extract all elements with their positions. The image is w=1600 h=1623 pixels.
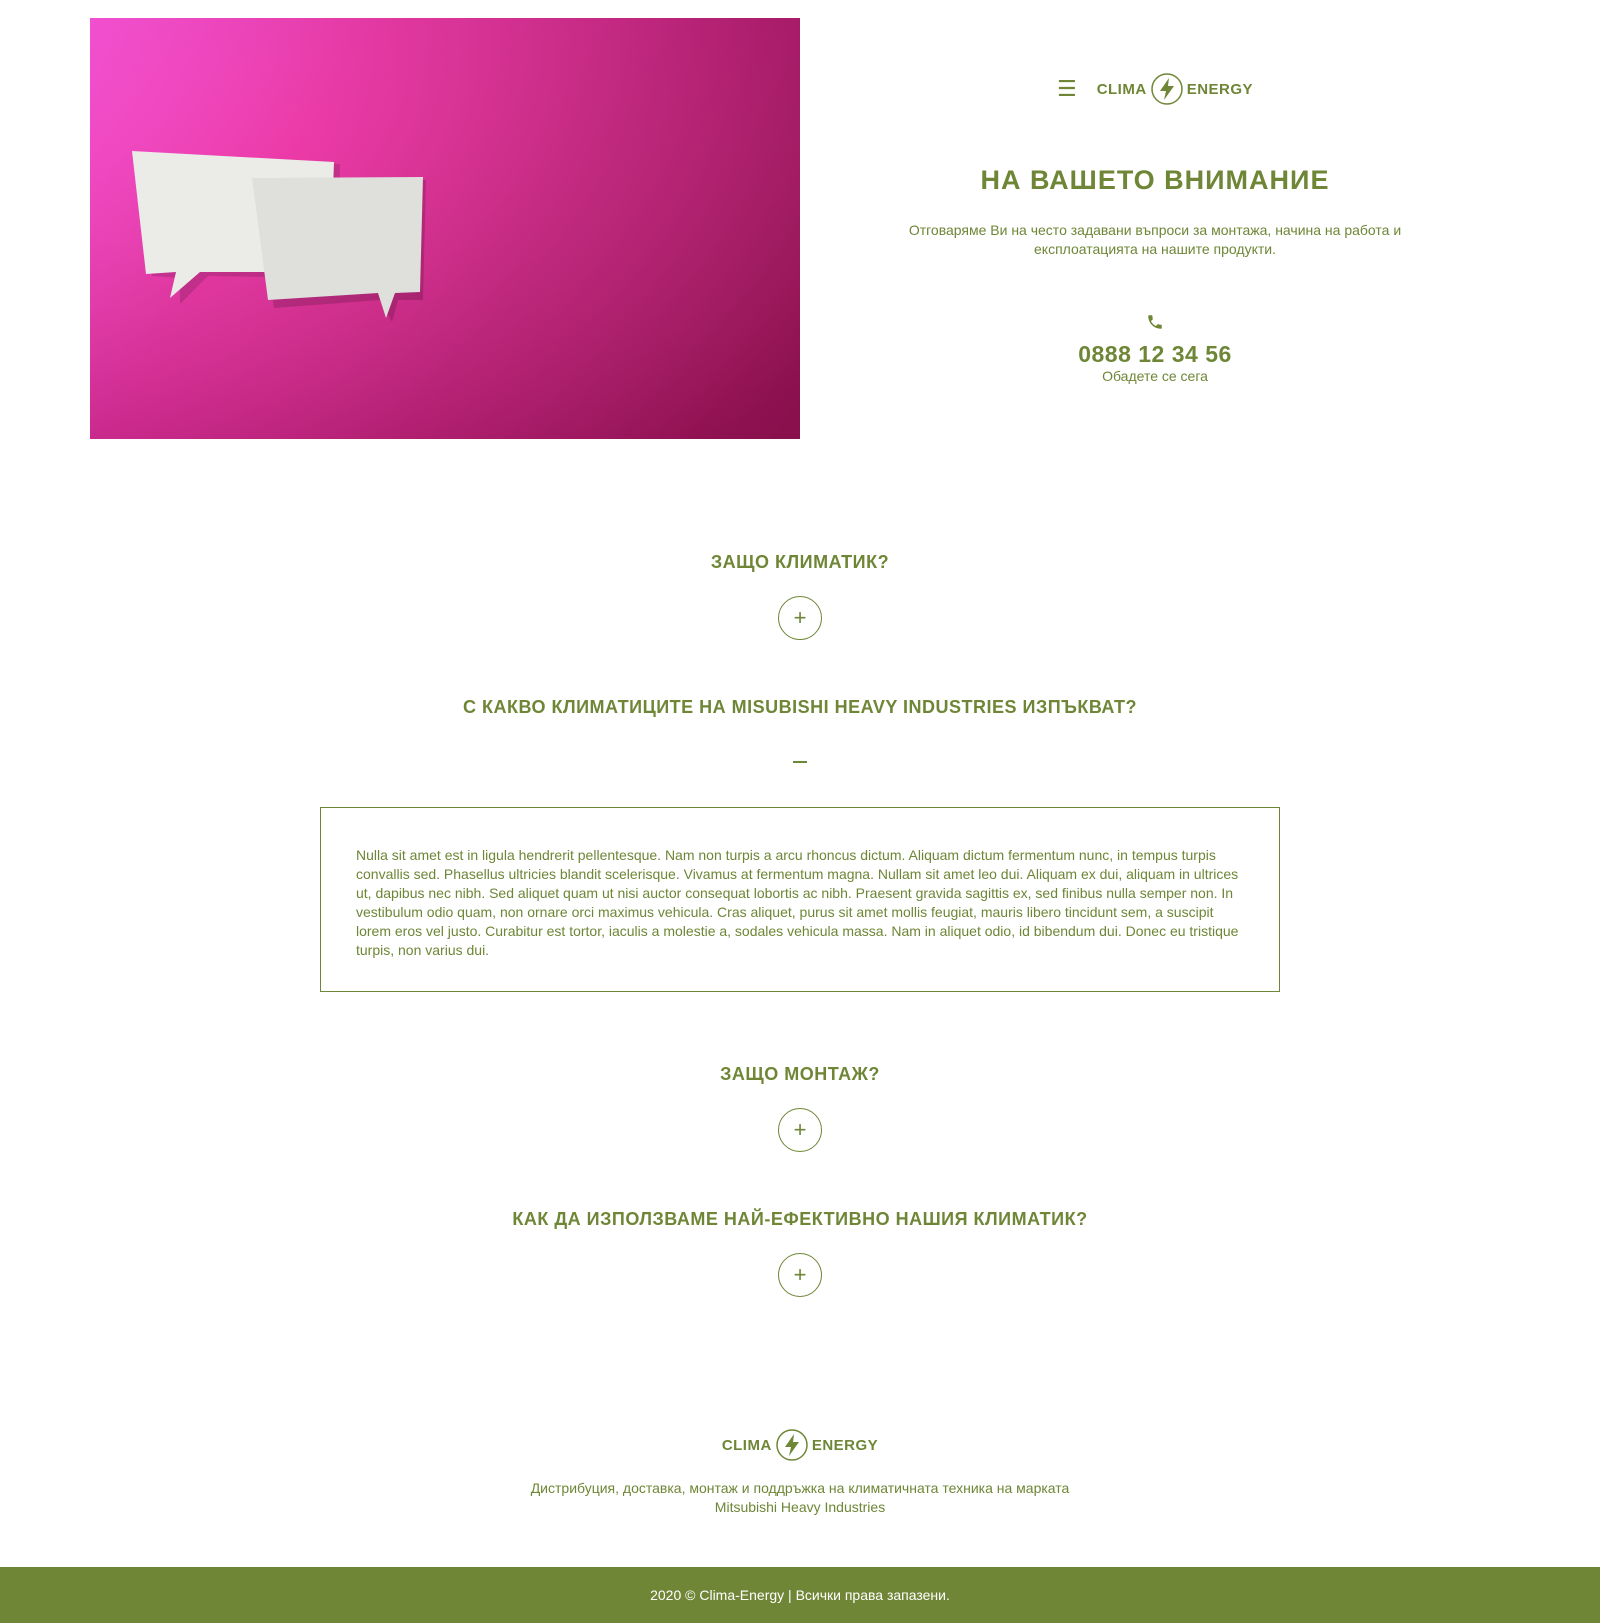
faq-toggle-1-plus-icon[interactable]: +: [778, 596, 822, 640]
footer-logo-wrap: CLIMA ENERGY: [0, 1428, 1600, 1462]
page-description: Отговаряме Ви на често задавани въпроси …: [908, 222, 1402, 257]
hamburger-icon[interactable]: ☰: [1057, 78, 1077, 100]
footer-brand-logo[interactable]: CLIMA ENERGY: [722, 1428, 878, 1462]
phone-number-link[interactable]: 0888 12 34 56: [800, 341, 1510, 368]
faq-question-3[interactable]: ЗАЩО МОНТАЖ?: [0, 1064, 1600, 1085]
faq-toggle-2-minus-icon[interactable]: [778, 752, 822, 772]
faq-toggle-4-plus-icon[interactable]: +: [778, 1253, 822, 1297]
faq-question-2[interactable]: С КАКВО КЛИМАТИЦИТЕ НА MISUBISHI HEAVY I…: [0, 697, 1600, 718]
lightning-bolt-icon: [1150, 73, 1183, 105]
phone-icon: [800, 313, 1510, 336]
logo-text-right: ENERGY: [1186, 80, 1254, 98]
hero-image: [90, 18, 800, 439]
faq-question-4[interactable]: КАК ДА ИЗПОЛЗВАМЕ НАЙ-ЕФЕКТИВНО НАШИЯ КЛ…: [0, 1209, 1600, 1230]
footer-lightning-bolt-icon: [776, 1429, 808, 1461]
top-nav: ☰ CLIMA ENERGY: [800, 72, 1510, 106]
copyright-bar: 2020 © Clima-Energy | Всички права запаз…: [0, 1567, 1600, 1623]
faq-toggle-3-plus-icon[interactable]: +: [778, 1108, 822, 1152]
faq-answer-2: Nulla sit amet est in ligula hendrerit p…: [320, 807, 1280, 992]
phone-cta-label: Обадете се сега: [1102, 368, 1208, 384]
brand-logo[interactable]: CLIMA ENERGY: [1097, 72, 1253, 106]
faq-question-1[interactable]: ЗАЩО КЛИМАТИК?: [0, 552, 1600, 573]
page-title: НА ВАШЕТО ВНИМАНИЕ: [980, 165, 1330, 195]
header-section: ☰ CLIMA ENERGY НА ВАШЕТО ВНИМАНИЕ Отгова…: [800, 0, 1510, 460]
logo-text-left: CLIMA: [1096, 80, 1147, 98]
footer-logo-text-left: CLIMA: [721, 1436, 772, 1454]
copyright-text: 2020 © Clima-Energy | Всички права запаз…: [650, 1587, 950, 1603]
footer-logo-text-right: ENERGY: [811, 1436, 879, 1454]
footer-description: Дистрибуция, доставка, монтаж и поддръжк…: [530, 1480, 1070, 1515]
